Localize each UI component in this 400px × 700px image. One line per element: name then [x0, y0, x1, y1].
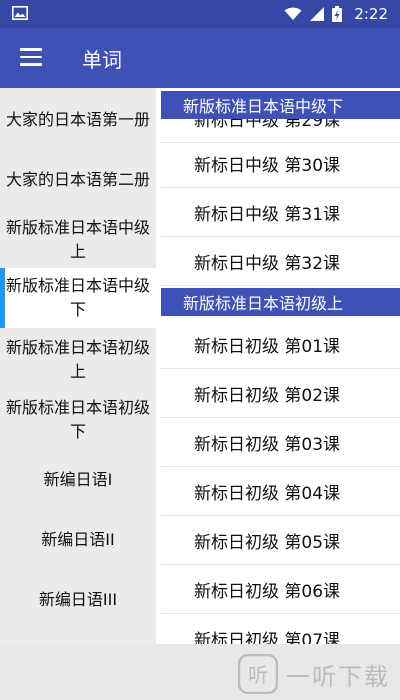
lesson-row[interactable]: 新标日初级 第03课 [161, 418, 400, 467]
lesson-label: 新标日中级 第32课 [194, 253, 341, 274]
watermark-logo-icon: 听 [238, 654, 278, 694]
battery-charging-icon [332, 6, 343, 22]
category-label: 新编日语II [41, 530, 115, 549]
lesson-row[interactable]: 新标日初级 第06课 [161, 565, 400, 614]
lesson-label: 新标日初级 第02课 [194, 385, 341, 406]
category-item[interactable]: 新编日语I [0, 450, 156, 510]
lesson-row[interactable]: 新标日中级 第31课 [161, 188, 400, 237]
lesson-label: 新标日初级 第03课 [194, 434, 341, 455]
active-indicator [0, 268, 5, 328]
watermark-text: 一听下载 [286, 662, 390, 691]
lesson-row[interactable]: 新标日初级 第01课 [161, 320, 400, 369]
lesson-row[interactable]: 新标日中级 第32课 [161, 237, 400, 286]
lesson-label: 新标日初级 第05课 [194, 532, 341, 553]
category-label: 新版标准日本语中级下 [5, 276, 150, 319]
lesson-label: 新标日初级 第07课 [194, 630, 341, 645]
category-label: 新版标准日本语中级上 [5, 218, 150, 261]
signal-icon [310, 7, 325, 21]
section-header: 新版标准日本语初级上 [161, 288, 400, 316]
app-bar: 单词 [0, 28, 400, 88]
gallery-icon [12, 6, 28, 20]
category-label: 新版标准日本语初级下 [5, 398, 150, 441]
svg-text:听: 听 [248, 663, 268, 687]
section-header: 新版标准日本语中级下 [161, 91, 400, 119]
watermark: 听 一听下载 [238, 652, 390, 696]
status-time: 2:22 [354, 5, 388, 23]
status-bar: 2:22 [0, 0, 400, 28]
category-item[interactable]: 新版标准日本语中级上 [0, 210, 156, 270]
category-label: 新编日语III [38, 590, 118, 609]
lesson-label: 新标日初级 第04课 [194, 483, 341, 504]
category-item[interactable]: 大家的日本语第一册 [0, 90, 156, 150]
lesson-list[interactable]: 新标日中级 第29课 新版标准日本语中级下 新标日中级 第30课 新标日中级 第… [161, 88, 400, 644]
page-title: 单词 [82, 48, 122, 72]
lesson-row[interactable]: 新标日中级 第30课 [161, 139, 400, 188]
category-label: 新编日语I [43, 470, 113, 489]
category-label: 大家的日本语第一册 [5, 110, 150, 129]
category-item[interactable]: 大家的日本语第二册 [0, 150, 156, 210]
lesson-row[interactable]: 新标日初级 第02课 [161, 369, 400, 418]
lesson-row[interactable]: 新标日初级 第07课 [161, 614, 400, 645]
wifi-icon [284, 7, 302, 20]
menu-icon[interactable] [20, 48, 42, 66]
lesson-label: 新标日初级 第06课 [194, 581, 341, 602]
lesson-label: 新标日中级 第30课 [194, 155, 341, 176]
category-item[interactable]: 新编日语II [0, 510, 156, 570]
lesson-label: 新标日中级 第31课 [194, 204, 341, 225]
section-header-label: 新版标准日本语初级上 [183, 294, 344, 313]
category-label: 大家的日本语第二册 [5, 170, 150, 189]
lesson-label: 新标日初级 第01课 [194, 336, 341, 357]
category-item[interactable]: 新版标准日本语初级上 [0, 330, 156, 390]
category-label: 新版标准日本语初级上 [5, 338, 150, 381]
category-item[interactable]: 新编日语III [0, 570, 156, 630]
status-icons: 2:22 [284, 0, 388, 28]
category-item-selected[interactable]: 新版标准日本语中级下 [0, 268, 156, 328]
section-header-label: 新版标准日本语中级下 [183, 97, 344, 116]
lesson-row[interactable]: 新标日初级 第05课 [161, 516, 400, 565]
category-list[interactable]: 大家的日本语第一册 大家的日本语第二册 新版标准日本语中级上 新版标准日本语中级… [0, 88, 156, 644]
lesson-row[interactable]: 新标日初级 第04课 [161, 467, 400, 516]
category-item[interactable]: 新版标准日本语初级下 [0, 390, 156, 450]
